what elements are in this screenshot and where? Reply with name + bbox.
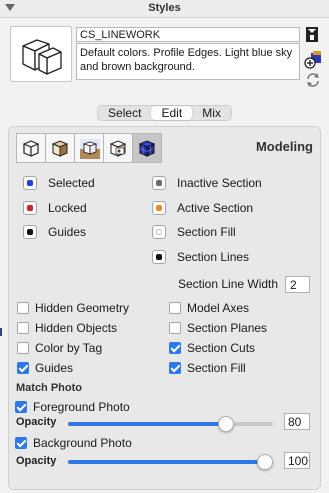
checkbox[interactable]: [15, 437, 27, 449]
checkbox[interactable]: [17, 342, 29, 354]
foreground-opacity-label: Opacity: [16, 416, 57, 428]
checkbox[interactable]: [169, 342, 181, 354]
checkbox[interactable]: [17, 322, 29, 334]
checkbox-label: Model Axes: [187, 301, 250, 315]
checkbox[interactable]: [15, 401, 27, 413]
guides-color-swatch[interactable]: [23, 225, 37, 239]
style-name-input[interactable]: CS_LINEWORK: [76, 27, 300, 42]
checkbox-guides[interactable]: Guides: [17, 360, 73, 376]
tab-select[interactable]: Select: [98, 106, 151, 120]
checkbox[interactable]: [17, 362, 29, 374]
checkbox-background-photo[interactable]: Background Photo: [15, 435, 132, 451]
foreground-opacity-input[interactable]: 80: [284, 413, 310, 430]
checkbox-section-cuts[interactable]: Section Cuts: [169, 340, 255, 356]
checkbox-color-by-tag[interactable]: Color by Tag: [17, 340, 102, 356]
checkbox-label: Section Planes: [187, 321, 268, 335]
cube-preview-icon: [22, 39, 62, 75]
checkbox-label: Background Photo: [33, 436, 132, 450]
checkbox-section-planes[interactable]: Section Planes: [169, 320, 267, 336]
color-label: Active Section: [177, 201, 254, 215]
section-fill-color-swatch[interactable]: [152, 225, 166, 239]
background-settings-icon: [80, 139, 100, 159]
update-style-icon[interactable]: [305, 72, 321, 88]
color-row-inactive-section: Inactive Section: [152, 174, 262, 192]
checkbox[interactable]: [17, 302, 29, 314]
foreground-opacity-knob[interactable]: [218, 416, 234, 432]
color-row-selected: Selected: [23, 174, 95, 192]
checkbox[interactable]: [169, 302, 181, 314]
checkbox-label: Hidden Geometry: [35, 301, 130, 315]
selected-color-swatch[interactable]: [23, 176, 37, 190]
settings-toolbar: [16, 133, 166, 163]
checkbox[interactable]: [169, 322, 181, 334]
color-label: Inactive Section: [177, 176, 262, 190]
background-opacity-slider[interactable]: [68, 460, 273, 464]
background-opacity-input[interactable]: 100: [284, 452, 310, 469]
checkbox-section-fill[interactable]: Section Fill: [169, 360, 246, 376]
style-description-input[interactable]: Default colors. Profile Edges. Light blu…: [76, 43, 300, 80]
watermark-settings-button[interactable]: [103, 133, 133, 163]
color-row-guides: Guides: [23, 223, 86, 241]
background-settings-button[interactable]: [74, 133, 104, 163]
slider-fill: [68, 460, 265, 464]
checkbox-hidden-geometry[interactable]: Hidden Geometry: [17, 300, 129, 316]
color-label: Locked: [48, 201, 87, 215]
checkbox-label: Section Cuts: [187, 341, 256, 355]
window-title: Styles: [148, 2, 181, 14]
locked-color-swatch[interactable]: [23, 201, 37, 215]
inactive-section-color-swatch[interactable]: [152, 176, 166, 190]
checkbox-model-axes[interactable]: Model Axes: [169, 300, 249, 316]
color-row-section-lines: Section Lines: [152, 248, 249, 266]
checkbox-label: Section Fill: [187, 361, 246, 375]
section-title: Modeling: [255, 139, 313, 154]
background-opacity-knob[interactable]: [257, 454, 273, 470]
checkbox-hidden-objects[interactable]: Hidden Objects: [17, 320, 117, 336]
section-line-width-label: Section Line Width: [178, 277, 279, 291]
edge-settings-icon: [22, 140, 40, 157]
color-row-active-section: Active Section: [152, 199, 253, 217]
face-settings-icon: [51, 140, 69, 157]
tab-edit[interactable]: Edit: [151, 106, 193, 120]
color-row-section-fill: Section Fill: [152, 223, 236, 241]
checkbox-label: Hidden Objects: [35, 321, 118, 335]
color-label: Selected: [48, 176, 95, 190]
tab-mix[interactable]: Mix: [192, 106, 231, 120]
color-row-locked: Locked: [23, 199, 87, 217]
modeling-settings-button[interactable]: [132, 133, 162, 163]
checkbox-label: Color by Tag: [35, 341, 103, 355]
color-label: Guides: [48, 225, 87, 239]
modeling-settings-icon: [138, 140, 156, 157]
section-lines-color-swatch[interactable]: [152, 250, 166, 264]
tab-bar: Select Edit Mix: [97, 105, 232, 121]
color-label: Section Fill: [177, 225, 236, 239]
save-style-icon[interactable]: [305, 26, 319, 44]
color-label: Section Lines: [177, 250, 250, 264]
checkbox-label: Guides: [35, 361, 74, 375]
style-thumbnail: [10, 26, 72, 82]
checkbox-label: Foreground Photo: [33, 400, 130, 414]
face-settings-button[interactable]: [45, 133, 75, 163]
active-section-color-swatch[interactable]: [152, 201, 166, 215]
edge-settings-button[interactable]: [16, 133, 46, 163]
slider-fill: [68, 422, 226, 426]
checkbox-foreground-photo[interactable]: Foreground Photo: [15, 399, 130, 415]
edge-marker: [0, 328, 2, 336]
watermark-settings-icon: [109, 140, 127, 157]
foreground-opacity-slider[interactable]: [68, 422, 273, 426]
create-style-icon[interactable]: [303, 50, 323, 70]
title-bar: Styles: [0, 0, 329, 18]
section-line-width-input[interactable]: 2: [285, 276, 310, 293]
match-photo-title: Match Photo: [16, 382, 82, 394]
background-opacity-label: Opacity: [16, 455, 57, 467]
checkbox[interactable]: [169, 362, 181, 374]
